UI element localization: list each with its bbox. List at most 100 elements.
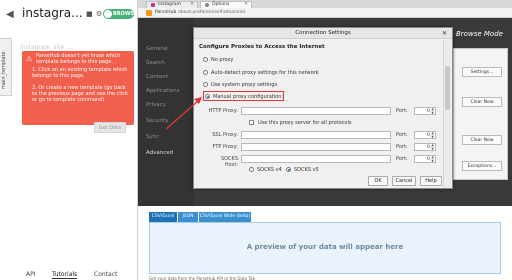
url-bar[interactable]: ParseHub about:preferences#advanced (138, 8, 512, 18)
socks-host-label: SOCKS Host: (220, 156, 238, 168)
preview-placeholder: A preview of your data will appear here (246, 243, 404, 251)
socks-v4-label: SOCKS v4 (257, 167, 282, 173)
spinner-icon[interactable]: ▲ ▼ (431, 143, 434, 151)
main-template-tab[interactable]: main_template (0, 38, 12, 96)
browser-tab-bar: Instagram ✕ Options ✕ (138, 0, 512, 8)
port-label: Port: (396, 156, 408, 162)
alert-heading: ParseHub doesn't yet know which template… (36, 53, 121, 65)
exceptions-button[interactable]: Exceptions... (462, 161, 502, 171)
use-same-proxy-label: Use this proxy server for all protocols (258, 120, 352, 126)
ssl-proxy-label: SSL Proxy: (212, 132, 238, 138)
settings-button[interactable]: Settings... (462, 67, 502, 77)
sidebar-item-search[interactable]: Search (146, 60, 165, 66)
clear-now-button-2[interactable]: Clear Now (462, 135, 502, 145)
spinner-icon[interactable]: ▲ ▼ (431, 155, 434, 163)
prefs-sidebar: General Search Content Applications Priv… (138, 18, 194, 206)
port-label: Port: (396, 144, 408, 150)
settings-icon[interactable]: ■ (86, 10, 93, 18)
instagram-icon (151, 3, 155, 7)
back-arrow-icon[interactable]: ◀ (6, 9, 14, 20)
section-title: Configure Proxies to Access the Internet (199, 44, 325, 50)
browser-tab-instagram[interactable]: Instagram ✕ (146, 1, 198, 8)
browse-toggle[interactable]: BROWSE (103, 9, 138, 19)
ftp-proxy-label: FTP Proxy: (212, 144, 238, 150)
warning-icon: ⚠ (26, 55, 33, 63)
panel-header: ◀ instagra... ■ ⚙ BROWSE (0, 0, 138, 30)
port-value: 0 (427, 157, 430, 162)
radio-auto-detect[interactable] (203, 70, 208, 75)
gear-icon (205, 3, 209, 7)
sidebar-item-advanced[interactable]: Advanced (146, 150, 173, 156)
toggle-label: BROWSE (113, 11, 138, 17)
scrollbar-thumb[interactable] (445, 66, 450, 110)
ftp-proxy-input[interactable] (241, 143, 391, 151)
sidebar-item-sync[interactable]: Sync (146, 134, 159, 140)
dialog-scrollbar[interactable] (443, 40, 451, 188)
port-value: 0 (427, 109, 430, 114)
option-label: Use system proxy settings (211, 82, 278, 88)
sidebar-item-applications[interactable]: Applications (146, 88, 180, 94)
cancel-button[interactable]: Cancel (392, 176, 416, 186)
sidebar-item-security[interactable]: Security (146, 118, 169, 124)
main-template-tab-label: main_template (1, 51, 7, 89)
radio-socks-v5[interactable] (286, 167, 291, 172)
ok-button[interactable]: OK (368, 176, 388, 186)
tab-tutorials[interactable]: Tutorials (52, 271, 78, 279)
connection-settings-dialog: Connection Settings ✕ Configure Proxies … (193, 27, 453, 189)
get-data-button[interactable]: Get Data (94, 122, 126, 133)
gear-icon[interactable]: ⚙ (96, 10, 102, 18)
url-site-name: ParseHub (155, 10, 177, 15)
port-label: Port: (396, 132, 408, 138)
socks-v5-label: SOCKS v5 (294, 167, 319, 173)
data-preview-panel: CSV/Excel JSON CSV/Excel Wide (beta) A p… (139, 206, 512, 280)
template-alert: ⚠ ParseHub doesn't yet know which templa… (22, 51, 134, 125)
radio-no-proxy[interactable] (203, 57, 208, 62)
parsehub-panel: ◀ instagra... ■ ⚙ BROWSE main_template i… (0, 0, 138, 280)
http-proxy-input[interactable] (241, 107, 391, 115)
socks-host-input[interactable] (241, 155, 391, 163)
alert-step-2: 2. Or create a new template (go back to … (32, 85, 128, 103)
sidebar-item-content[interactable]: Content (146, 74, 168, 80)
parsehub-icon (146, 10, 152, 16)
sidebar-item-privacy[interactable]: Privacy (146, 102, 166, 108)
preview-area: A preview of your data will appear here (149, 222, 501, 274)
tab-csv-excel-wide[interactable]: CSV/Excel Wide (beta) (199, 212, 251, 222)
socks-port-input[interactable]: 0 ▲ ▼ (414, 155, 436, 163)
spinner-icon[interactable]: ▲ ▼ (431, 107, 434, 115)
ssl-port-input[interactable]: 0 ▲ ▼ (414, 131, 436, 139)
http-port-input[interactable]: 0 ▲ ▼ (414, 107, 436, 115)
ssl-proxy-input[interactable] (241, 131, 391, 139)
preview-footer-text: Get your data from the ParseHub API or t… (149, 276, 255, 280)
panel-bottom-tabs: API Tutorials Contact (0, 270, 138, 280)
http-proxy-label: HTTP Proxy: (208, 108, 238, 114)
template-name-ghost: instagram_site_... (20, 44, 73, 51)
prefs-network-panel: Settings... Clear Now Clear Now Exceptio… (453, 48, 508, 180)
option-label: Auto-detect proxy settings for this netw… (211, 70, 319, 76)
port-label: Port: (396, 108, 408, 114)
ftp-port-input[interactable]: 0 ▲ ▼ (414, 143, 436, 151)
project-title: instagra... (22, 6, 83, 20)
port-value: 0 (427, 145, 430, 150)
browse-mode-label: Browse Mode (456, 30, 503, 38)
browser-tab-options[interactable]: Options ✕ (200, 1, 252, 8)
spinner-icon[interactable]: ▲ ▼ (431, 131, 434, 139)
tab-api[interactable]: API (26, 271, 36, 278)
use-same-proxy-checkbox[interactable] (249, 120, 254, 125)
sidebar-item-general[interactable]: General (146, 46, 168, 52)
radio-socks-v4[interactable] (249, 167, 254, 172)
tab-json[interactable]: JSON (178, 212, 198, 222)
radio-system-proxy[interactable] (203, 82, 208, 87)
close-icon[interactable]: ✕ (442, 28, 447, 39)
tab-csv-excel[interactable]: CSV/Excel (149, 212, 177, 222)
help-button[interactable]: Help (420, 176, 442, 186)
alert-step-1: 1. Click on an existing template which b… (32, 67, 128, 79)
radio-manual-proxy[interactable] (205, 94, 210, 99)
url-text[interactable]: about:preferences#advanced (178, 9, 245, 17)
option-label: Manual proxy configuration: (213, 94, 284, 100)
dialog-title: Connection Settings (194, 28, 452, 39)
clear-now-button[interactable]: Clear Now (462, 97, 502, 107)
port-value: 0 (427, 133, 430, 138)
tab-contact[interactable]: Contact (94, 271, 117, 278)
option-label: No proxy (211, 57, 234, 63)
toggle-knob (104, 10, 112, 18)
